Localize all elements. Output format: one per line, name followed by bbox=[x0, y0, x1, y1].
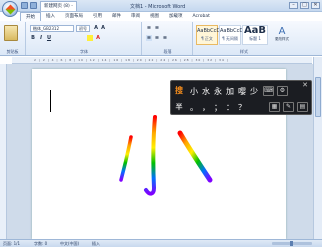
candidate-6[interactable]: 少 bbox=[250, 86, 258, 97]
zoom-slider[interactable] bbox=[272, 241, 312, 246]
vertical-hook-stroke bbox=[144, 115, 157, 196]
settings-icon[interactable]: ⚙ bbox=[277, 86, 288, 96]
zoom-slider-handle[interactable] bbox=[290, 241, 293, 246]
candidate-2[interactable]: 水 bbox=[202, 86, 210, 97]
tools-icon[interactable]: ▦ bbox=[269, 102, 280, 112]
candidate-3[interactable]: 永 bbox=[214, 86, 222, 97]
sogou-logo-icon: 搜 bbox=[175, 86, 183, 95]
language-indicator[interactable]: 中文(中国) bbox=[60, 240, 79, 247]
status-bar: 页面: 1/1 字数: 0 中文(中国) 插入 bbox=[0, 239, 322, 247]
candidate-5[interactable]: 嘤 bbox=[238, 86, 246, 97]
keyboard-icon[interactable]: ⌨ bbox=[263, 86, 274, 96]
word-count[interactable]: 字数: 0 bbox=[34, 240, 47, 247]
handwriting-strokes bbox=[119, 115, 213, 196]
office-button[interactable] bbox=[2, 1, 18, 17]
candidate-1[interactable]: 小 bbox=[190, 86, 198, 97]
symbol-2[interactable]: ， bbox=[202, 102, 210, 113]
ime-candidate-panel: ✕ 搜 小 水 永 加 嘤 少 ⌨ ⚙ 半 。 ， ； ： ？ ▦ ✎ ▤ bbox=[170, 80, 312, 115]
half-width-icon[interactable]: 半 bbox=[172, 100, 186, 114]
vertical-scrollbar[interactable] bbox=[313, 57, 322, 239]
candidate-4[interactable]: 加 bbox=[226, 86, 234, 97]
left-dot-stroke bbox=[119, 135, 133, 182]
office-logo-icon bbox=[5, 4, 16, 15]
scrollbar-thumb[interactable] bbox=[315, 77, 321, 117]
menu-icon[interactable]: ▤ bbox=[297, 102, 308, 112]
skin-icon[interactable]: ✎ bbox=[283, 102, 294, 112]
right-dot-stroke bbox=[177, 130, 213, 183]
symbol-4[interactable]: ： bbox=[226, 102, 234, 113]
symbol-5[interactable]: ？ bbox=[238, 102, 246, 113]
page-count[interactable]: 页面: 1/1 bbox=[3, 240, 20, 247]
symbol-3[interactable]: ； bbox=[214, 102, 222, 113]
symbol-1[interactable]: 。 bbox=[190, 102, 198, 113]
insert-mode[interactable]: 插入 bbox=[92, 240, 100, 247]
